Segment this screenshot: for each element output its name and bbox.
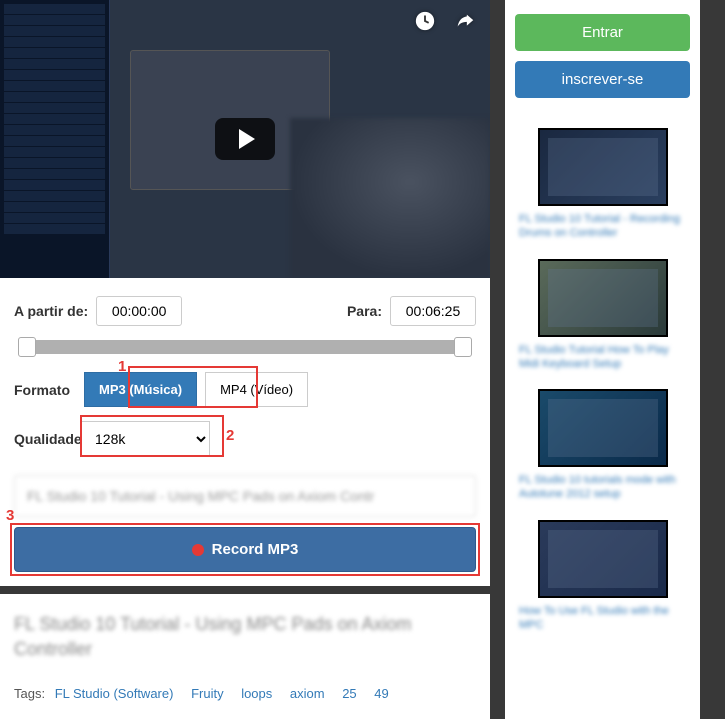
quality-select[interactable]: 128k xyxy=(80,421,210,457)
title-preview: FL Studio 10 Tutorial - Using MPC Pads o… xyxy=(14,475,476,517)
from-label: A partir de: xyxy=(14,303,88,319)
related-video[interactable]: FL Studio 10 tutorials mode with Autotun… xyxy=(515,389,690,502)
video-title: FL Studio 10 Tutorial - Using MPC Pads o… xyxy=(14,612,476,662)
slider-handle-start[interactable] xyxy=(18,337,36,357)
related-thumb xyxy=(538,259,668,337)
tag-link[interactable]: loops xyxy=(241,686,272,701)
to-input[interactable] xyxy=(390,296,476,326)
related-thumb xyxy=(538,128,668,206)
related-title: How To Use FL Studio with the MPC xyxy=(515,604,690,633)
record-dot-icon xyxy=(192,544,204,556)
related-title: FL Studio Tutorial How To Play Midi Keyb… xyxy=(515,343,690,372)
login-button[interactable]: Entrar xyxy=(515,14,690,51)
related-video[interactable]: FL Studio Tutorial How To Play Midi Keyb… xyxy=(515,259,690,372)
tag-link[interactable]: Fruity xyxy=(191,686,224,701)
tag-link[interactable]: FL Studio (Software) xyxy=(55,686,174,701)
related-title: FL Studio 10 Tutorial - Recording Drums … xyxy=(515,212,690,241)
related-video[interactable]: How To Use FL Studio with the MPC xyxy=(515,520,690,633)
range-slider[interactable] xyxy=(18,340,472,354)
related-title: FL Studio 10 tutorials mode with Autotun… xyxy=(515,473,690,502)
related-thumb xyxy=(538,389,668,467)
format-mp4-button[interactable]: MP4 (Vídeo) xyxy=(205,372,308,407)
to-label: Para: xyxy=(347,303,382,319)
video-player[interactable] xyxy=(0,0,490,278)
tag-link[interactable]: 25 xyxy=(342,686,356,701)
format-mp3-button[interactable]: MP3 (Música) xyxy=(84,372,197,407)
format-label: Formato xyxy=(14,382,76,398)
quality-label: Qualidade xyxy=(14,431,76,447)
annotation-2: 2 xyxy=(226,427,234,444)
signup-button[interactable]: inscrever-se xyxy=(515,61,690,98)
related-video[interactable]: FL Studio 10 Tutorial - Recording Drums … xyxy=(515,128,690,241)
record-label: Record MP3 xyxy=(212,541,299,558)
from-input[interactable] xyxy=(96,296,182,326)
tag-link[interactable]: axiom xyxy=(290,686,325,701)
share-icon[interactable] xyxy=(452,8,478,34)
record-button[interactable]: Record MP3 xyxy=(14,527,476,572)
watch-later-icon[interactable] xyxy=(412,8,438,34)
related-thumb xyxy=(538,520,668,598)
slider-handle-end[interactable] xyxy=(454,337,472,357)
tag-link[interactable]: 49 xyxy=(374,686,388,701)
play-button[interactable] xyxy=(215,118,275,160)
tags-label: Tags: xyxy=(14,686,45,701)
